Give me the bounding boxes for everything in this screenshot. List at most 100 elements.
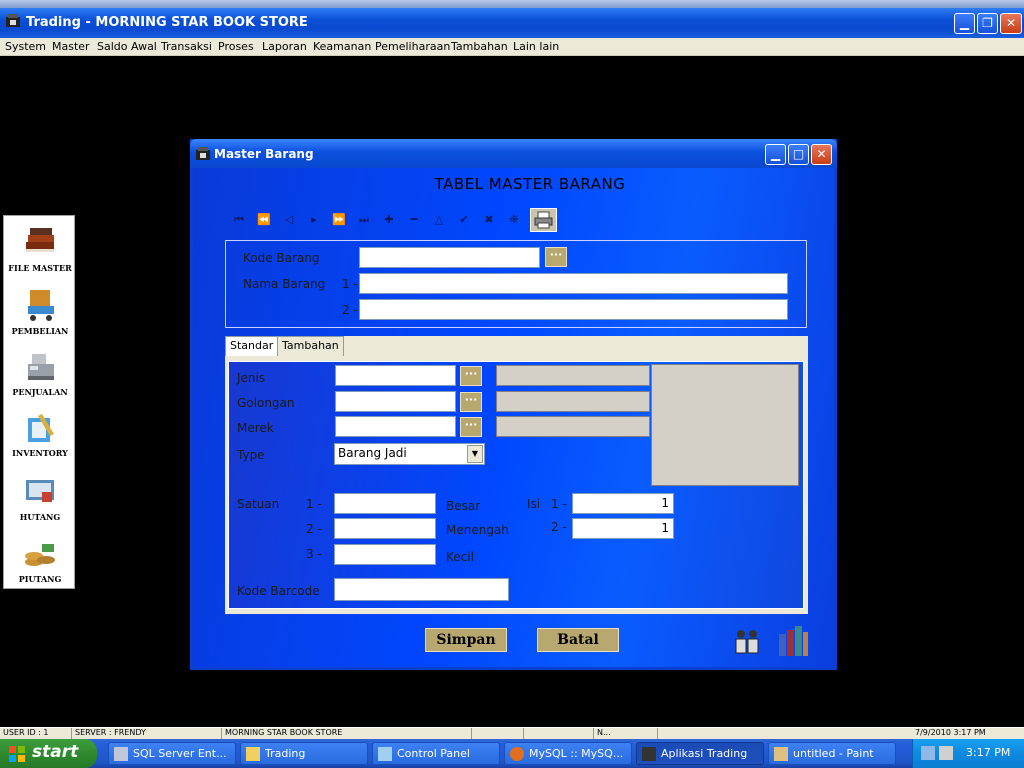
satuan-menengah-input[interactable] xyxy=(334,518,436,539)
task-paint[interactable]: untitled - Paint xyxy=(768,742,896,765)
task-label: MySQL :: MySQ... xyxy=(529,747,624,760)
library-books-icon[interactable] xyxy=(776,624,810,658)
edit-icon[interactable]: △ xyxy=(429,211,449,229)
maximize-icon: □ xyxy=(792,147,805,161)
jenis-label: Jenis xyxy=(237,371,266,385)
satuan-3-prefix: 3 - xyxy=(306,547,322,561)
golongan-description xyxy=(496,391,650,412)
child-minimize-button[interactable]: ▁ xyxy=(765,144,786,165)
refresh-icon[interactable]: ❉ xyxy=(504,211,524,229)
golongan-lookup-button[interactable]: ··· xyxy=(460,392,482,412)
last-icon[interactable]: ⏭ xyxy=(354,211,374,229)
menu-keamanan[interactable]: Keamanan xyxy=(313,40,371,53)
hutang-button[interactable]: HUTANG xyxy=(4,470,76,526)
menu-system[interactable]: System xyxy=(5,40,46,53)
minimize-icon: ▁ xyxy=(770,147,781,161)
golongan-input[interactable] xyxy=(335,391,456,412)
kode-barang-input[interactable] xyxy=(359,247,540,268)
cancel-icon[interactable]: ✖ xyxy=(479,211,499,229)
menu-lain-lain[interactable]: Lain lain xyxy=(513,40,559,53)
inventory-label: INVENTORY xyxy=(12,448,68,458)
ellipsis-icon: ··· xyxy=(464,418,478,431)
menu-transaksi[interactable]: Transaksi xyxy=(161,40,212,53)
satuan-kecil-label: Kecil xyxy=(446,550,474,564)
volume-icon[interactable] xyxy=(939,746,953,760)
pembelian-button[interactable]: PEMBELIAN xyxy=(4,284,76,340)
nama-barang-line2-input[interactable] xyxy=(359,299,788,320)
menu-tambahan[interactable]: Tambahan xyxy=(451,40,508,53)
kode-barang-label: Kode Barang xyxy=(243,251,320,265)
piutang-label: PIUTANG xyxy=(18,574,62,584)
isi-label: Isi xyxy=(527,497,541,511)
kode-barang-lookup-button[interactable]: ··· xyxy=(545,247,567,267)
task-label: untitled - Paint xyxy=(793,747,874,760)
isi-2-prefix: 2 - xyxy=(551,520,567,534)
inventory-button[interactable]: INVENTORY xyxy=(4,408,76,464)
isi-2-input[interactable]: 1 xyxy=(572,518,674,539)
simpan-button[interactable]: Simpan xyxy=(425,628,507,652)
status-store-name: MORNING STAR BOOK STORE xyxy=(222,728,472,739)
merek-label: Merek xyxy=(237,421,274,435)
task-label: SQL Server Ent... xyxy=(133,747,227,760)
next-icon[interactable]: ▸ xyxy=(304,211,324,229)
first-icon[interactable]: ⏮ xyxy=(229,211,249,229)
tab-tambahan[interactable]: Tambahan xyxy=(277,336,344,357)
jenis-input[interactable] xyxy=(335,365,456,386)
batal-button[interactable]: Batal xyxy=(537,628,619,652)
jenis-description xyxy=(496,365,650,386)
menu-saldo-awal[interactable]: Saldo Awal xyxy=(97,40,157,53)
form-title: TABEL MASTER BARANG xyxy=(434,175,626,193)
menu-proses[interactable]: Proses xyxy=(218,40,254,53)
penjualan-label: PENJUALAN xyxy=(12,387,68,397)
satuan-menengah-label: Menengah xyxy=(446,523,509,537)
close-button[interactable]: ✕ xyxy=(1000,13,1022,34)
close-icon: ✕ xyxy=(816,147,827,161)
tab-standar[interactable]: Standar xyxy=(225,336,279,358)
restore-button[interactable]: ❐ xyxy=(977,13,998,34)
next-page-icon[interactable]: ⏩ xyxy=(329,211,349,229)
start-button[interactable]: start xyxy=(0,739,97,768)
status-field-5 xyxy=(524,728,594,739)
task-trading[interactable]: Trading xyxy=(240,742,368,765)
menu-master[interactable]: Master xyxy=(52,40,90,53)
menu-pemeliharaan[interactable]: Pemeliharaan xyxy=(375,40,450,53)
merek-input[interactable] xyxy=(335,416,456,437)
post-icon[interactable]: ✔ xyxy=(454,211,474,229)
penjualan-button[interactable]: PENJUALAN xyxy=(4,346,76,402)
file-master-button[interactable]: FILE MASTER xyxy=(4,220,76,274)
people-icon[interactable] xyxy=(731,627,763,659)
status-datetime: 7/9/2010 3:17 PM xyxy=(915,728,986,737)
task-sql-server[interactable]: SQL Server Ent... xyxy=(108,742,236,765)
main-window-title: Trading - MORNING STAR BOOK STORE xyxy=(26,15,308,30)
type-select[interactable]: Barang Jadi ▼ xyxy=(334,443,485,465)
print-button[interactable] xyxy=(530,208,557,232)
clock[interactable]: 3:17 PM xyxy=(966,746,1010,759)
kode-barcode-input[interactable] xyxy=(334,578,509,601)
piutang-button[interactable]: PIUTANG xyxy=(4,534,76,590)
kode-barcode-label: Kode Barcode xyxy=(237,584,320,598)
control-panel-icon xyxy=(378,747,392,761)
prior-page-icon[interactable]: ⏪ xyxy=(254,211,274,229)
satuan-besar-input[interactable] xyxy=(334,493,436,514)
jenis-lookup-button[interactable]: ··· xyxy=(460,366,482,386)
prior-icon[interactable]: ◁ xyxy=(279,211,299,229)
nama-barang-line1-input[interactable] xyxy=(359,273,788,294)
minimize-button[interactable]: ▁ xyxy=(954,13,975,34)
network-icon[interactable] xyxy=(921,746,935,760)
nama-barang-line2-prefix: 2 - xyxy=(342,303,358,317)
task-mysql[interactable]: MySQL :: MySQ... xyxy=(504,742,632,765)
delete-icon[interactable]: ━ xyxy=(404,211,424,229)
merek-lookup-button[interactable]: ··· xyxy=(460,417,482,437)
child-close-button[interactable]: ✕ xyxy=(811,144,832,165)
insert-icon[interactable]: ✚ xyxy=(379,211,399,229)
task-aplikasi-trading[interactable]: Aplikasi Trading xyxy=(636,742,764,765)
menu-laporan[interactable]: Laporan xyxy=(262,40,307,53)
child-maximize-button[interactable]: □ xyxy=(788,144,809,165)
status-user-id: USER ID : 1 xyxy=(0,728,72,739)
ellipsis-icon: ··· xyxy=(549,248,563,261)
pembelian-label: PEMBELIAN xyxy=(11,326,69,336)
chevron-down-icon[interactable]: ▼ xyxy=(467,445,483,463)
task-control-panel[interactable]: Control Panel xyxy=(372,742,500,765)
satuan-kecil-input[interactable] xyxy=(334,544,436,565)
isi-1-input[interactable]: 1 xyxy=(572,493,674,514)
